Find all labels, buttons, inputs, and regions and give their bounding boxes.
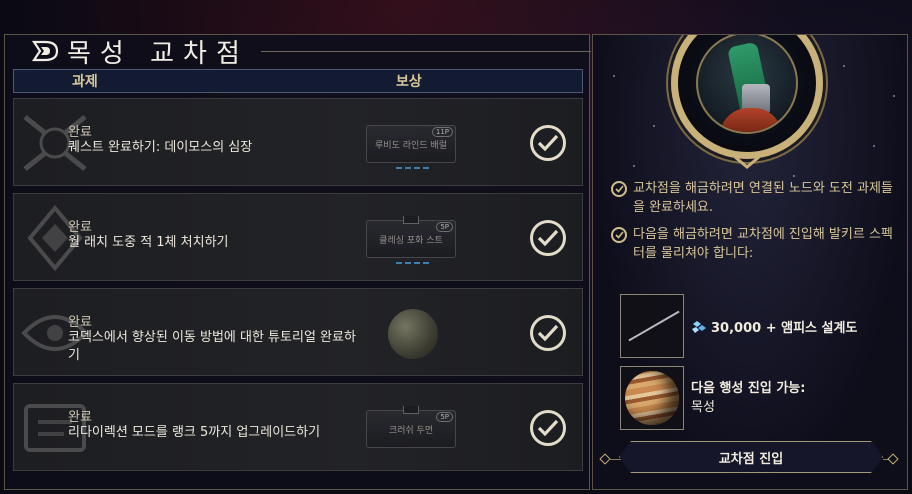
reward-tag: 5P <box>436 222 453 232</box>
requirement-text: 다음을 해금하려면 교차점에 진입해 발키르 스펙터를 물리쳐야 합니다: <box>633 227 893 261</box>
reward-polarity-dots <box>396 167 429 169</box>
reward-item[interactable]: 5P 클레싱 포화 스트 <box>366 216 456 258</box>
planet-reward-icon[interactable] <box>388 309 438 359</box>
weapon-blueprint-icon <box>628 310 680 342</box>
jupiter-planet-icon <box>625 371 679 425</box>
check-complete-icon <box>530 125 566 161</box>
column-header: 과제 보상 <box>13 69 583 93</box>
task-status: 완료 <box>68 220 92 235</box>
next-planet-name: 목성 <box>691 400 715 415</box>
specter-portrait-icon <box>696 35 798 134</box>
header-reward: 보상 <box>396 74 422 90</box>
button-ornament-right <box>887 453 899 465</box>
reward-tag: 11P <box>431 127 453 137</box>
task-description: 월 래치 도중 적 1체 처치하기 <box>68 235 229 250</box>
next-planet-label: 다음 행성 진입 가능: <box>691 381 806 396</box>
junction-info-panel: 교차점을 해금하려면 연결된 노드와 도전 과제들을 완료하세요. 다음을 해금… <box>592 34 908 490</box>
lotus-logo-icon <box>31 38 61 64</box>
chevron-down-icon <box>734 155 760 169</box>
requirements-list: 교차점을 해금하려면 연결된 노드와 도전 과제들을 완료하세요. 다음을 해금… <box>611 179 901 271</box>
planet-reward-image[interactable] <box>620 366 684 430</box>
task-status: 완료 <box>68 315 92 330</box>
task-row[interactable]: 완료 퀘스트 완료하기: 데이모스의 심장 11P 루비도 라인드 배럴 <box>13 98 583 186</box>
task-row[interactable]: 완료 코덱스에서 향상된 이동 방법에 대한 튜토리얼 완료하기 <box>13 288 583 376</box>
task-description: 코덱스에서 향상된 이동 방법에 대한 튜토리얼 완료하기 <box>68 330 356 363</box>
task-row[interactable]: 완료 리다이렉션 모드를 랭크 5까지 업그레이드하기 5P 크러쉬 두먼 <box>13 383 583 471</box>
task-description: 리다이렉션 모드를 랭크 5까지 업그레이드하기 <box>68 425 321 440</box>
check-complete-icon <box>530 315 566 351</box>
credits-icon <box>692 320 706 333</box>
requirement-text: 교차점을 해금하려면 연결된 노드와 도전 과제들을 완료하세요. <box>633 181 893 215</box>
task-description: 퀘스트 완료하기: 데이모스의 심장 <box>68 140 253 155</box>
check-complete-icon <box>530 410 566 446</box>
enter-junction-button[interactable]: 교차점 진입 <box>619 441 883 473</box>
credits-reward: 30,000 + 앰피스 설계도 <box>691 317 857 336</box>
reward-polarity-dots <box>396 262 429 264</box>
requirement-item: 교차점을 해금하려면 연결된 노드와 도전 과제들을 완료하세요. <box>611 179 901 217</box>
reward-label: 크러쉬 두먼 <box>388 425 434 436</box>
blueprint-reward-image[interactable] <box>620 294 684 358</box>
title-row: 목성 교차점 <box>5 35 591 69</box>
check-icon <box>611 181 627 197</box>
reward-item[interactable]: 5P 크러쉬 두먼 <box>366 406 456 448</box>
requirement-item: 다음을 해금하려면 교차점에 진입해 발키르 스펙터를 물리쳐야 합니다: <box>611 225 901 263</box>
reward-label: 루비도 라인드 배럴 <box>375 140 447 151</box>
task-row[interactable]: 완료 월 래치 도중 적 1체 처치하기 5P 클레싱 포화 스트 <box>13 193 583 281</box>
header-task: 과제 <box>72 74 98 90</box>
check-complete-icon <box>530 220 566 256</box>
reward-label: 클레싱 포화 스트 <box>379 235 443 246</box>
page-title: 목성 교차점 <box>67 38 249 69</box>
task-status: 완료 <box>68 410 92 425</box>
check-icon <box>611 227 627 243</box>
boss-portrait <box>671 35 823 159</box>
task-panel: 목성 교차점 과제 보상 완료 퀘스트 완료하기: 데이모스의 심장 11P 루… <box>4 34 591 490</box>
title-divider <box>261 51 591 52</box>
reward-item[interactable]: 11P 루비도 라인드 배럴 <box>366 125 456 163</box>
task-status: 완료 <box>68 125 92 140</box>
reward-tag: 5P <box>436 412 453 422</box>
credits-reward-text: 30,000 + 앰피스 설계도 <box>711 321 858 336</box>
next-planet-reward: 다음 행성 진입 가능: 목성 <box>691 379 805 417</box>
